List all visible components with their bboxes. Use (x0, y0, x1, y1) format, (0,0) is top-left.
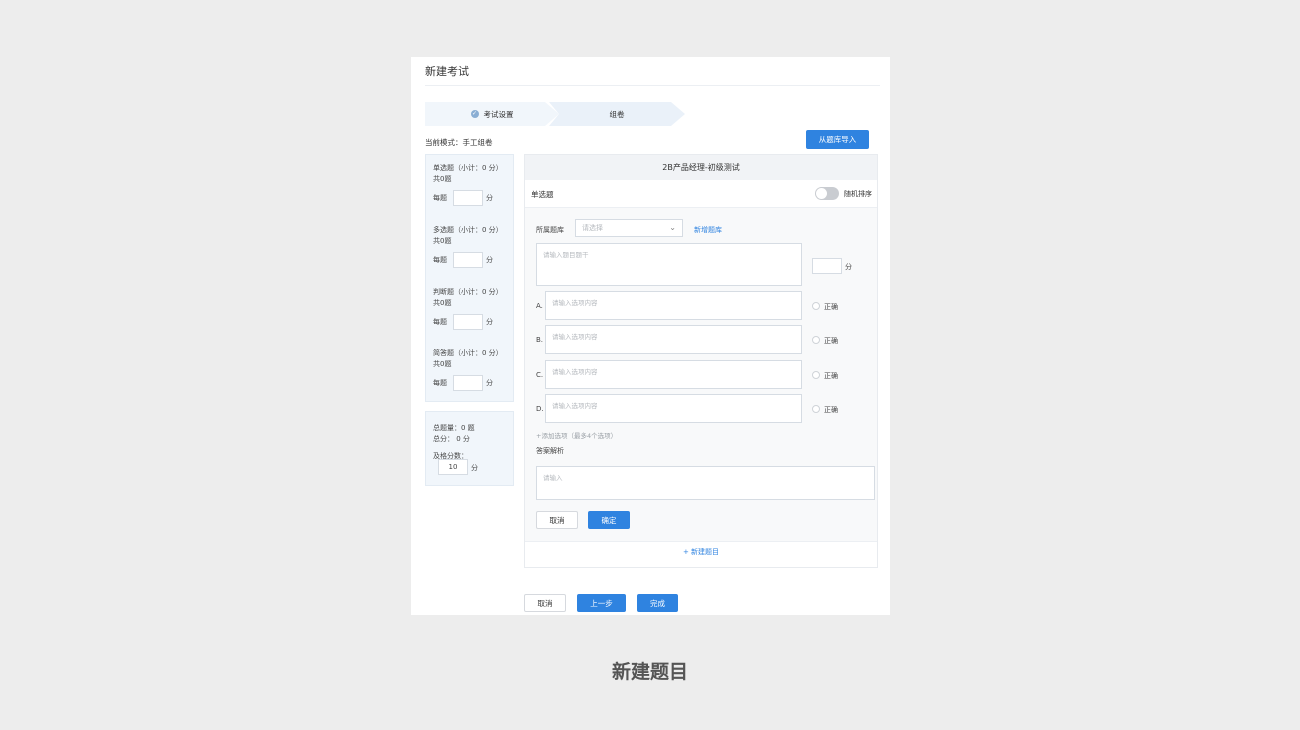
qtype-short-answer: 简答题（小计：0 分） 共0题 每题 分 (433, 348, 503, 391)
qtype-multiple: 多选题（小计：0 分） 共0题 每题 分 (433, 225, 503, 268)
correct-radio[interactable] (812, 336, 820, 344)
per-label: 每题 (433, 193, 447, 202)
bank-label: 所属题库 (536, 226, 564, 234)
option-input[interactable]: 请输入选项内容 (545, 360, 802, 389)
unit-label: 分 (486, 255, 493, 264)
qtype-title: 判断题（小计：0 分） (433, 288, 503, 296)
question-form: 所属题库 请选择 ⌄ 新增题库 请输入题目题干 分 A. 请输入选项内容 正确 … (525, 208, 877, 542)
per-score-input[interactable] (453, 375, 483, 391)
analysis-label: 答案解析 (536, 447, 564, 455)
title-divider (425, 85, 880, 86)
random-order-label: 随机排序 (844, 190, 872, 198)
per-label: 每题 (433, 255, 447, 264)
per-label: 每题 (433, 378, 447, 387)
total-count: 总题量：0 题 (433, 424, 475, 432)
qtype-judge: 判断题（小计：0 分） 共0题 每题 分 (433, 287, 503, 330)
unit-label: 分 (486, 193, 493, 202)
option-letter: A. (536, 302, 543, 310)
stem-input[interactable]: 请输入题目题干 (536, 243, 802, 286)
per-score-input[interactable] (453, 314, 483, 330)
question-score-input[interactable] (812, 258, 842, 274)
option-letter: C. (536, 371, 544, 379)
question-type-panel: 单选题（小计：0 分） 共0题 每题 分 多选题（小计：0 分） 共0题 每题 … (425, 154, 514, 402)
section-header: 单选题 随机排序 (525, 180, 877, 208)
add-option-link[interactable]: +添加选项（最多4个选项） (536, 430, 617, 440)
per-score-input[interactable] (453, 252, 483, 268)
correct-label: 正确 (824, 303, 838, 311)
option-input[interactable]: 请输入选项内容 (545, 394, 802, 423)
qtype-count: 共0题 (433, 237, 452, 245)
qtype-count: 共0题 (433, 175, 452, 183)
correct-label: 正确 (824, 337, 838, 345)
per-score-input[interactable] (453, 190, 483, 206)
step-exam-settings[interactable]: ✓ 考试设置 (425, 102, 559, 126)
qtype-count: 共0题 (433, 299, 452, 307)
analysis-input[interactable]: 请输入 (536, 466, 875, 500)
exam-card: 新建考试 ✓ 考试设置 组卷 当前模式：手工组卷 从题库导入 单选题（小计：0 … (411, 57, 890, 615)
qtype-single: 单选题（小计：0 分） 共0题 每题 分 (433, 163, 503, 206)
unit-label: 分 (486, 378, 493, 387)
prev-step-button[interactable]: 上一步 (577, 594, 626, 612)
chevron-down-icon: ⌄ (669, 223, 676, 232)
page-caption: 新建题目 (611, 661, 688, 683)
option-input[interactable]: 请输入选项内容 (545, 291, 802, 320)
bank-select[interactable]: 请选择 ⌄ (575, 219, 683, 237)
step-label: 考试设置 (483, 109, 514, 119)
qtype-count: 共0题 (433, 360, 452, 368)
per-label: 每题 (433, 317, 447, 326)
exam-title: 2B产品经理-初级测试 (525, 155, 877, 180)
step-label: 组卷 (609, 109, 625, 119)
form-confirm-button[interactable]: 确定 (588, 511, 630, 529)
unit-label: 分 (471, 464, 478, 472)
qtype-title: 单选题（小计：0 分） (433, 164, 503, 172)
question-editor-panel: 2B产品经理-初级测试 单选题 随机排序 所属题库 请选择 ⌄ 新增题库 请输入… (524, 154, 878, 568)
qtype-title: 多选题（小计：0 分） (433, 226, 503, 234)
form-cancel-button[interactable]: 取消 (536, 511, 578, 529)
step-bar: ✓ 考试设置 组卷 (425, 102, 685, 126)
check-circle-icon: ✓ (470, 110, 479, 118)
import-from-bank-button[interactable]: 从题库导入 (806, 130, 869, 149)
correct-radio[interactable] (812, 405, 820, 413)
step-compose[interactable]: 组卷 (549, 102, 685, 126)
mode-text: 当前模式：手工组卷 (425, 138, 493, 147)
finish-button[interactable]: 完成 (637, 594, 678, 612)
option-letter: D. (536, 405, 544, 413)
random-order-toggle[interactable] (815, 187, 839, 200)
unit-label: 分 (486, 317, 493, 326)
option-letter: B. (536, 336, 544, 344)
page-title: 新建考试 (425, 65, 469, 78)
correct-radio[interactable] (812, 371, 820, 379)
toggle-knob (816, 188, 827, 199)
qtype-title: 简答题（小计：0 分） (433, 349, 503, 357)
add-question-link[interactable]: + 新建题目 (525, 547, 877, 557)
option-input[interactable]: 请输入选项内容 (545, 325, 802, 354)
correct-radio[interactable] (812, 302, 820, 310)
correct-label: 正确 (824, 372, 838, 380)
score-unit: 分 (845, 263, 852, 271)
total-score: 总分： 0 分 (433, 435, 470, 443)
cancel-button[interactable]: 取消 (524, 594, 566, 612)
correct-label: 正确 (824, 406, 838, 414)
section-label: 单选题 (531, 190, 554, 199)
new-bank-link[interactable]: 新增题库 (694, 225, 722, 235)
score-summary: 总题量：0 题 总分： 0 分 及格分数： 10 分 (425, 411, 514, 486)
bank-select-placeholder: 请选择 (582, 224, 603, 232)
pass-score-input[interactable]: 10 (438, 459, 468, 475)
